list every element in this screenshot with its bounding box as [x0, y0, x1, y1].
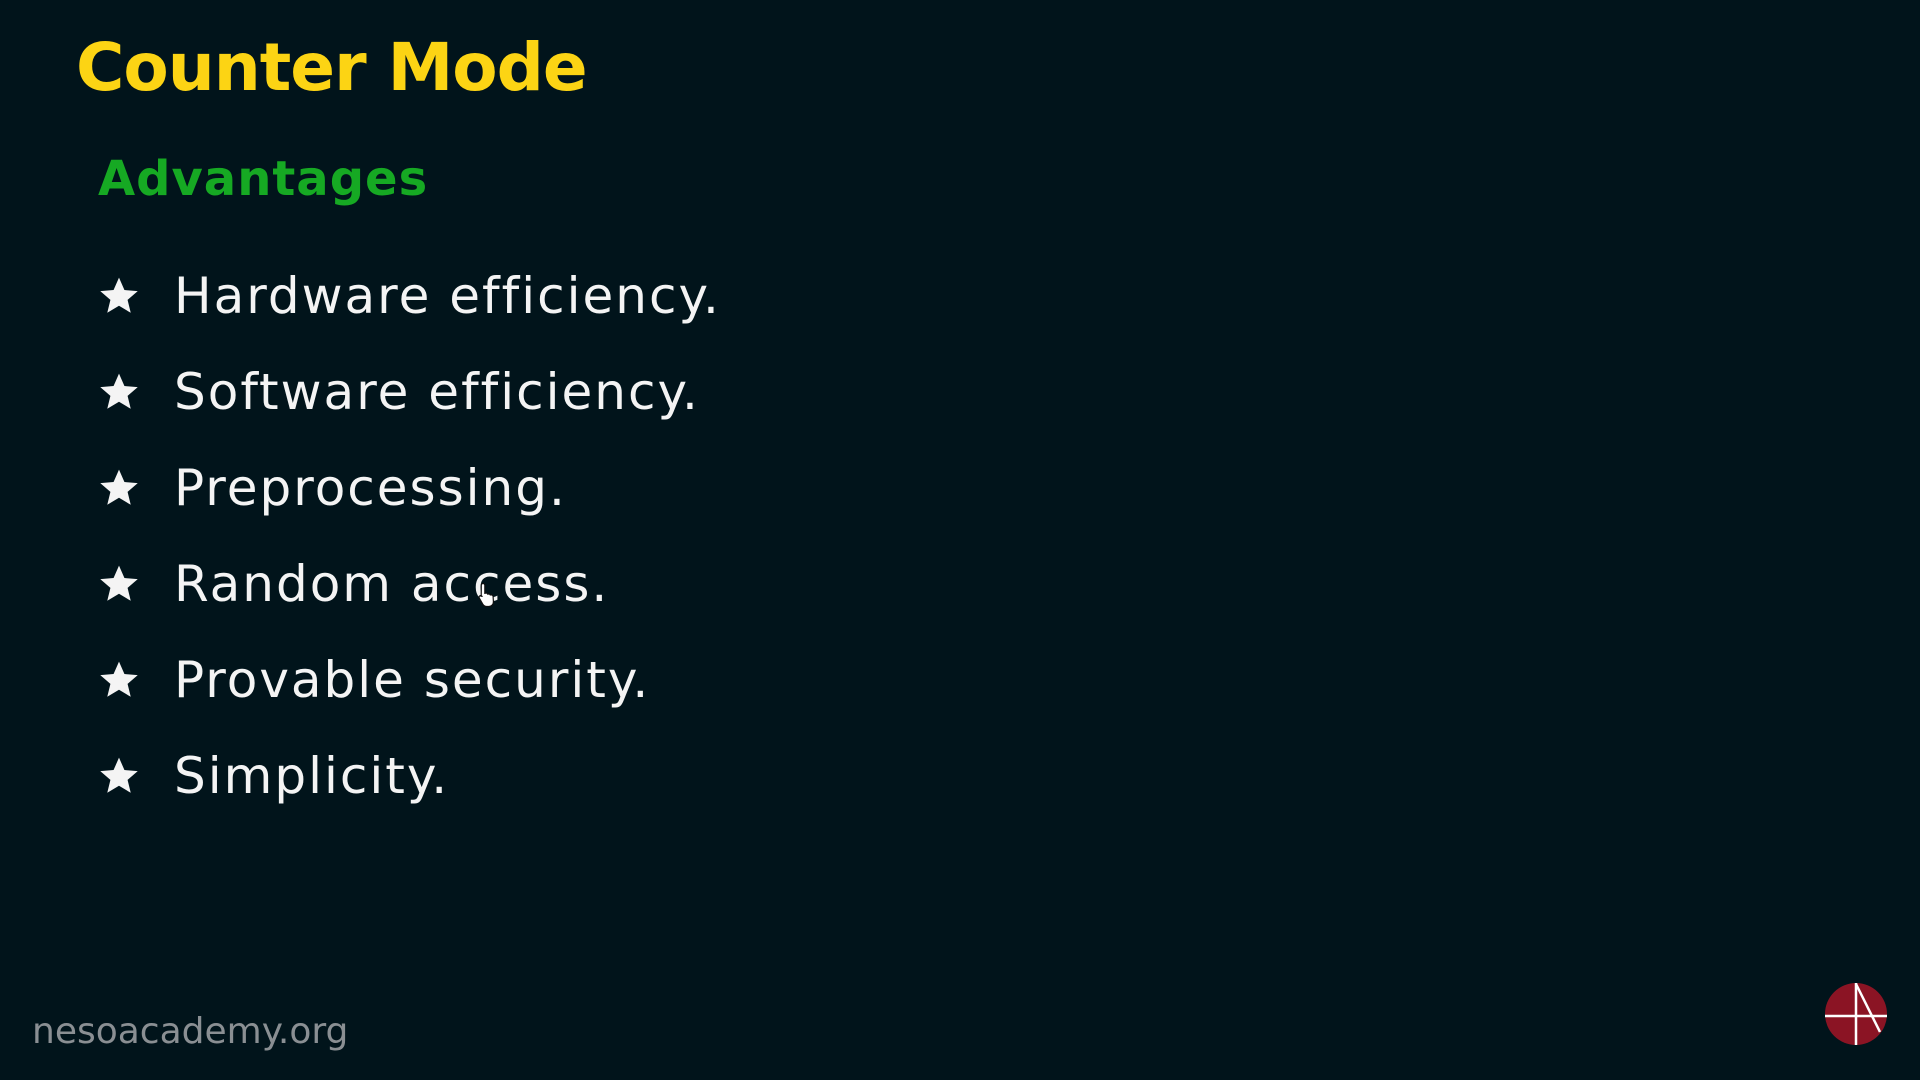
- star-icon: [100, 373, 138, 409]
- star-icon: [100, 661, 138, 697]
- star-icon: [100, 277, 138, 313]
- slide-title: Counter Mode: [76, 29, 588, 106]
- list-item: Random access.: [98, 536, 721, 632]
- list-item: Hardware efficiency.: [98, 248, 721, 344]
- list-item-label: Software efficiency.: [174, 363, 700, 421]
- list-item: Provable security.: [98, 632, 721, 728]
- neso-academy-logo-icon: [1825, 983, 1887, 1045]
- list-item-label: Provable security.: [174, 651, 651, 709]
- slide: Counter Mode Advantages Hardware efficie…: [0, 0, 1920, 1080]
- list-item-label: Simplicity.: [174, 747, 450, 805]
- section-heading: Advantages: [98, 151, 429, 207]
- list-item: Software efficiency.: [98, 344, 721, 440]
- list-item: Preprocessing.: [98, 440, 721, 536]
- list-item-label: Random access.: [174, 555, 610, 613]
- star-icon: [100, 469, 138, 505]
- list-item-label: Preprocessing.: [174, 459, 567, 517]
- star-icon: [100, 565, 138, 601]
- advantages-list: Hardware efficiency. Software efficiency…: [98, 248, 721, 824]
- watermark: nesoacademy.org: [32, 1011, 349, 1052]
- star-icon: [100, 757, 138, 793]
- hand-pointer-icon: [478, 582, 494, 608]
- list-item-label: Hardware efficiency.: [174, 267, 721, 325]
- list-item: Simplicity.: [98, 728, 721, 824]
